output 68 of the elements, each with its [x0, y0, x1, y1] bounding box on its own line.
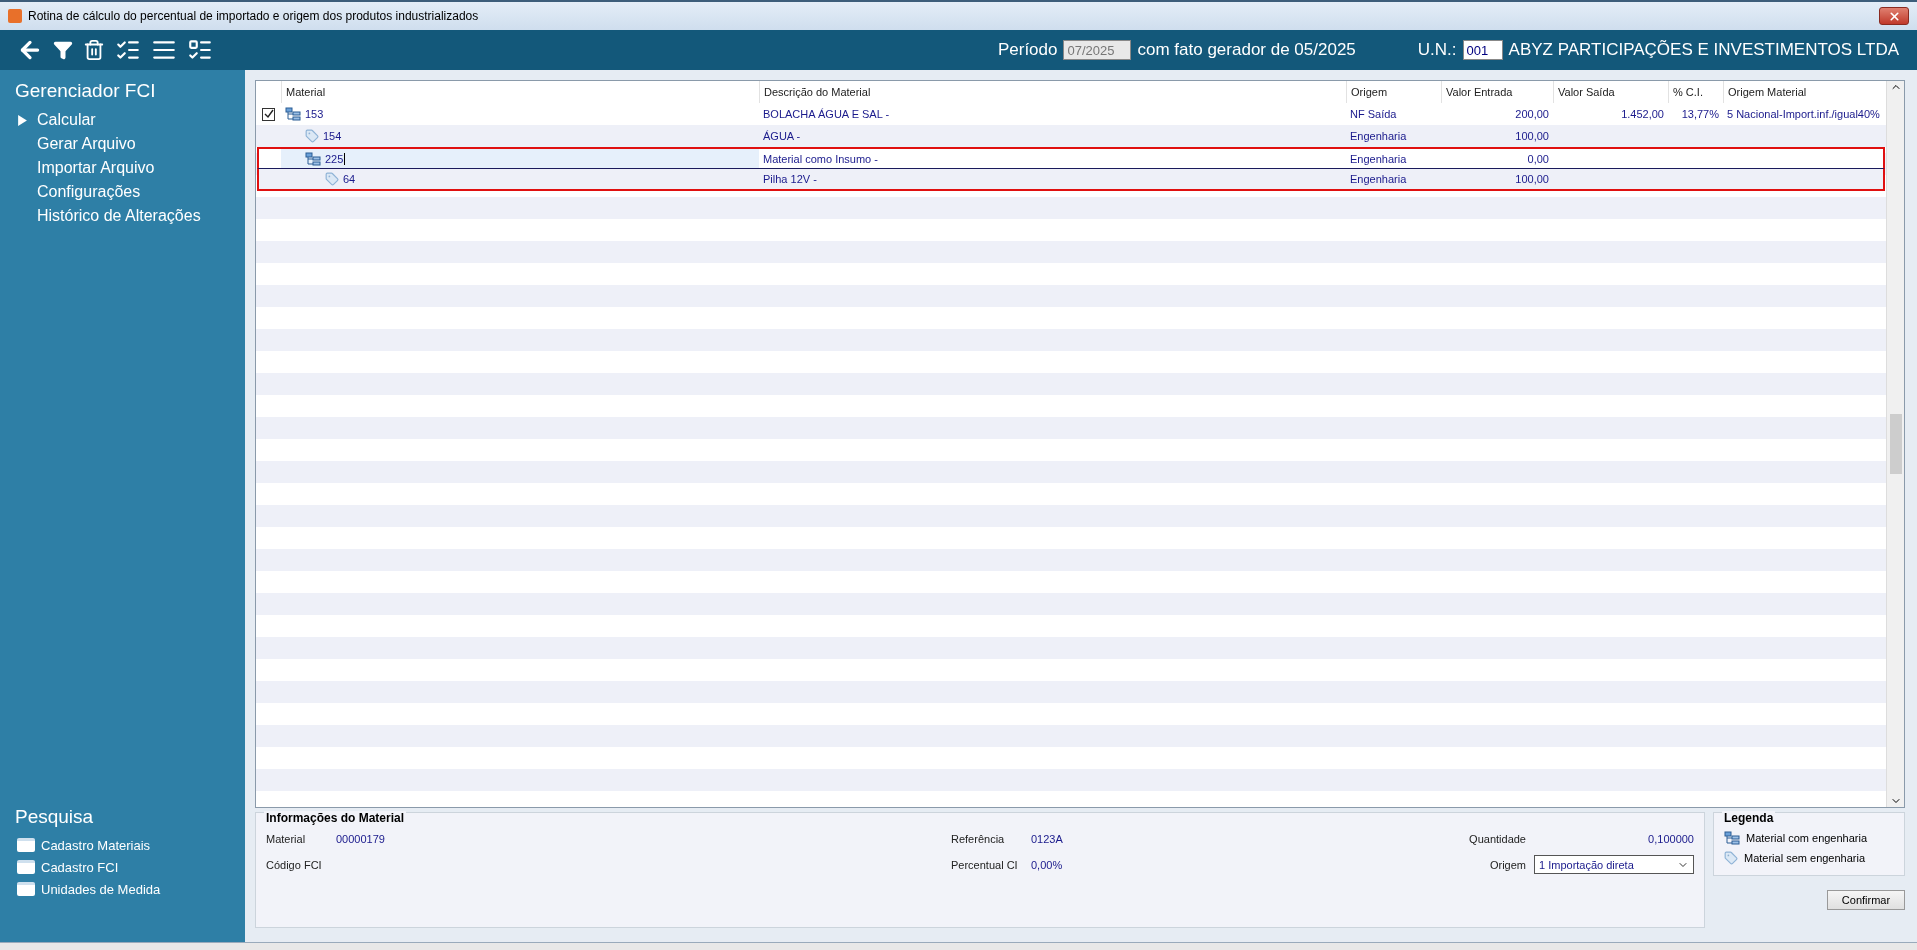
field-value: 0,00% [1031, 858, 1064, 871]
table-cell-text: Pilha 12V - [762, 173, 818, 185]
table-row[interactable]: 225 Material como Insumo - Engenharia 0,00 [257, 147, 1885, 169]
trigger-period-text: com fato gerador de 05/2025 [1137, 40, 1356, 60]
sidebar-item[interactable]: Gerar Arquivo [0, 132, 245, 156]
field-value: 0123A [1031, 833, 1064, 845]
field-label: Percentual CI [951, 858, 1019, 871]
table-cell-text: 0,00 [1526, 152, 1550, 165]
panel-title: Informações do Material [264, 811, 407, 825]
tag-icon [305, 129, 319, 143]
vertical-scrollbar[interactable] [1886, 81, 1904, 807]
table-cell-text: Material como Insumo - [762, 152, 879, 165]
field-label: Material [266, 833, 307, 845]
tag-icon [325, 172, 339, 186]
legend-label: Material sem engenharia [1744, 852, 1866, 864]
table-cell-text: 5 Nacional-Import.inf./igual40% [1726, 108, 1881, 120]
field-label: Origem [1488, 858, 1527, 871]
legend-label: Material com engenharia [1746, 832, 1868, 844]
sidebar-item[interactable]: Configurações [0, 180, 245, 204]
field-label: Referência [951, 833, 1006, 845]
table-cell-text: Engenharia [1349, 152, 1408, 165]
window-icon [17, 838, 35, 852]
scrollbar-thumb[interactable] [1889, 414, 1902, 474]
window-icon [17, 860, 35, 874]
table-cell-text: 200,00 [1514, 108, 1550, 120]
material-code: 153 [305, 108, 325, 120]
table-row[interactable]: 64 Pilha 12V - Engenharia 100,00 [257, 169, 1885, 191]
window-title: Rotina de cálculo do percentual de importado e origem dos produtos industrializados [28, 9, 480, 23]
tree-structure-icon [285, 107, 301, 121]
close-button[interactable] [1879, 7, 1909, 25]
table-cell-text: 100,00 [1514, 173, 1550, 185]
field-value: 0,100000 [1647, 833, 1694, 845]
sidebar-item[interactable]: Importar Arquivo [0, 156, 245, 180]
row-checkbox[interactable] [262, 107, 275, 121]
tree-structure-icon [305, 151, 321, 166]
unit-label: U.N.: [1417, 40, 1457, 60]
table-cell-text: Engenharia [1349, 130, 1408, 142]
tree-structure-icon [1724, 831, 1740, 845]
material-code: 225 [325, 152, 346, 165]
table-cell-text: ÁGUA - [762, 130, 802, 142]
table-cell-text: 100,00 [1514, 130, 1550, 142]
period-label: Período [997, 40, 1058, 60]
origin-dropdown[interactable]: 1 Importação direta [1534, 855, 1694, 874]
sidebar-item[interactable]: Calcular [0, 108, 245, 132]
panel-title: Legenda [1722, 811, 1776, 825]
field-label: Código FCI [266, 858, 323, 871]
table-cell-text: Engenharia [1349, 173, 1408, 185]
sidebar-title: Gerenciador FCI [14, 80, 157, 102]
app-icon [8, 9, 22, 23]
confirm-button[interactable]: Confirmar [1827, 890, 1905, 910]
window-icon [17, 882, 35, 896]
field-value: 00000179 [336, 833, 386, 845]
field-label: Quantidade [1468, 833, 1527, 845]
company-name: ABYZ PARTICIPAÇÕES E INVESTIMENTOS LTDA [1508, 40, 1899, 60]
sidebar-item[interactable]: Histórico de Alterações [0, 204, 245, 228]
table-cell-text: NF Saída [1349, 108, 1398, 120]
search-link[interactable]: Cadastro Materiais [0, 834, 245, 856]
tag-icon [1724, 851, 1738, 865]
table-cell-text: BOLACHA ÁGUA E SAL - [762, 108, 891, 120]
table-cell-text: 1.452,00 [1620, 108, 1665, 120]
search-link[interactable]: Cadastro FCI [0, 856, 245, 878]
material-code: 154 [323, 130, 343, 142]
unit-field[interactable]: 001 [1462, 40, 1503, 60]
table-cell-text: 13,77% [1680, 108, 1720, 120]
search-link[interactable]: Unidades de Medida [0, 878, 245, 900]
close-icon [1887, 9, 1901, 23]
material-code: 64 [343, 173, 357, 185]
search-section-title: Pesquisa [14, 806, 95, 828]
